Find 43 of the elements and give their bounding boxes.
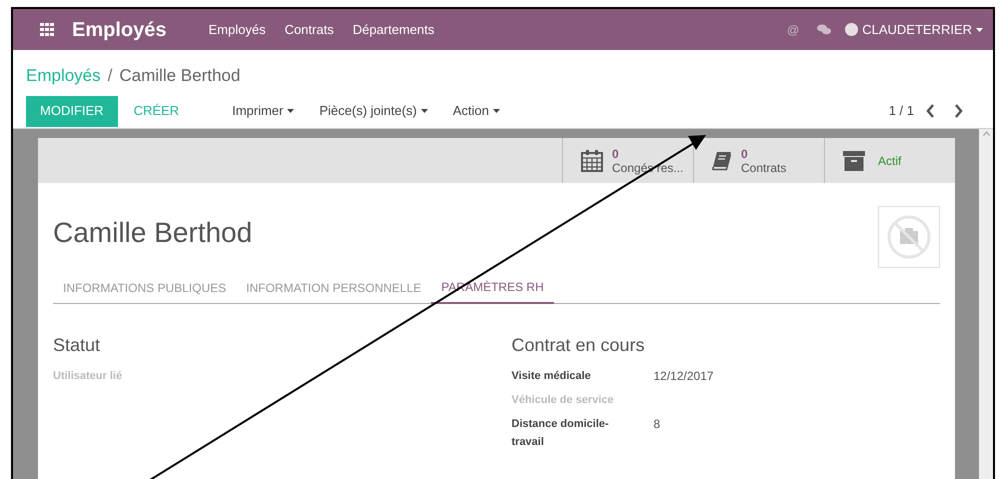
pager-counter: 1 / 1 — [888, 102, 914, 120]
field-value: 8 — [654, 416, 660, 433]
book-icon — [712, 150, 732, 170]
breadcrumb-separator: / — [108, 65, 112, 87]
tab[interactable]: INFORMATIONS PUBLIQUES — [53, 278, 236, 303]
calendar-icon — [581, 150, 603, 172]
archive-icon — [843, 150, 865, 170]
smart-button[interactable]: 0 Congés res... — [562, 138, 693, 183]
section-title: Contrat en cours — [512, 334, 646, 357]
dropdown-button[interactable]: Pièce(s) jointe(s) — [319, 101, 428, 121]
app-title: Employés — [72, 18, 166, 42]
breadcrumb-current: Camille Berthod — [119, 65, 240, 87]
stat-count: 0 — [741, 146, 748, 160]
menu-item[interactable]: Employés — [208, 20, 266, 40]
field-label: Utilisateur lié — [53, 369, 124, 384]
stat-count: 0 — [612, 146, 619, 160]
stat-label: Congés res... — [612, 160, 684, 174]
dropdown-button[interactable]: Action — [452, 101, 500, 121]
field-label: Distance domicile-travail — [512, 417, 610, 450]
user-avatar — [845, 23, 858, 36]
dropdown-button[interactable]: Imprimer — [232, 101, 294, 121]
status-label: Actif — [878, 152, 902, 170]
next-icon[interactable] — [954, 104, 963, 118]
stat-label: Contrats — [741, 160, 786, 174]
smart-button[interactable]: Actif — [824, 138, 955, 183]
caret-icon — [420, 109, 428, 113]
previous-icon[interactable] — [926, 104, 935, 118]
apps-grid-icon[interactable] — [40, 23, 55, 36]
field-value: 12/12/2017 — [654, 368, 714, 385]
no-camera-icon — [886, 214, 932, 260]
field-label: Véhicule de service — [512, 393, 615, 408]
chat-icon[interactable] — [817, 24, 832, 35]
mention-icon[interactable]: @ — [787, 20, 800, 38]
caret-icon — [287, 109, 294, 113]
field-label: Visite médicale — [512, 369, 592, 384]
caret-icon — [493, 109, 500, 113]
section-title: Statut — [53, 334, 102, 357]
user-menu[interactable]: CLAUDETERRIER — [862, 20, 983, 40]
employee-name: Camille Berthod — [53, 216, 252, 250]
menu-item[interactable]: Départements — [352, 20, 434, 40]
menu-item[interactable]: Contrats — [284, 20, 334, 40]
caret-icon — [976, 28, 983, 32]
tab[interactable]: INFORMATION PERSONNELLE — [236, 278, 432, 303]
